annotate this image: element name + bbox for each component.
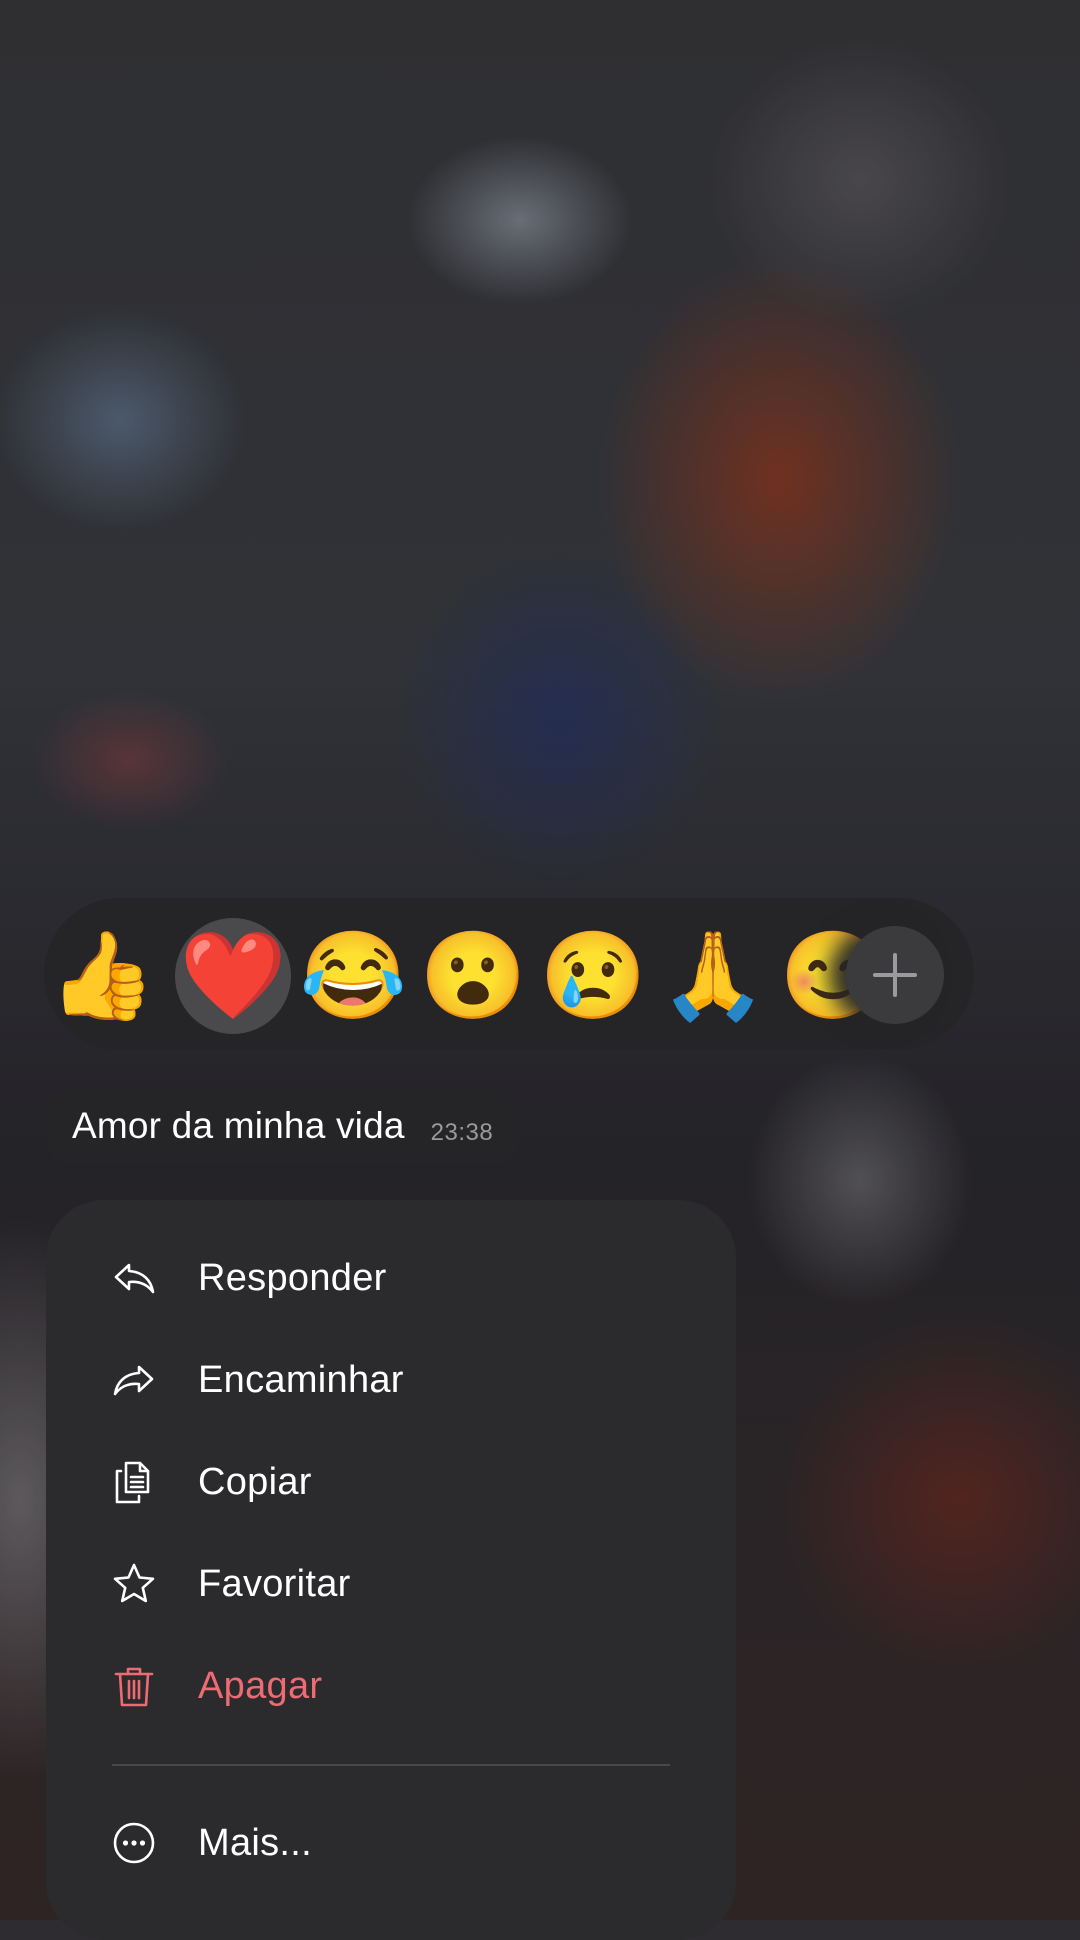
message-context-menu: Responder Encaminhar Copiar Favoritar Ap… xyxy=(46,1200,736,1940)
plus-icon xyxy=(873,953,917,997)
reply-icon xyxy=(112,1256,156,1300)
message-timestamp: 23:38 xyxy=(430,1119,494,1146)
menu-label-favorite: Favoritar xyxy=(198,1562,351,1605)
reaction-tears-of-joy[interactable]: 😂 xyxy=(295,918,411,1034)
menu-item-delete[interactable]: Apagar xyxy=(46,1641,736,1731)
trash-icon xyxy=(112,1664,156,1708)
menu-divider xyxy=(112,1764,670,1766)
menu-label-reply: Responder xyxy=(198,1256,387,1299)
message-text: Amor da minha vida xyxy=(72,1105,405,1146)
menu-item-favorite[interactable]: Favoritar xyxy=(46,1539,736,1629)
star-icon xyxy=(112,1562,156,1606)
reaction-red-heart[interactable]: ❤️ xyxy=(175,918,291,1034)
menu-label-forward: Encaminhar xyxy=(198,1358,404,1401)
forward-icon xyxy=(112,1358,156,1402)
more-icon xyxy=(112,1821,156,1865)
copy-icon xyxy=(112,1460,156,1504)
menu-item-copy[interactable]: Copiar xyxy=(46,1437,736,1527)
reaction-folded-hands[interactable]: 🙏 xyxy=(655,918,771,1034)
reaction-thumbs-up[interactable]: 👍 xyxy=(44,918,160,1034)
reaction-crying[interactable]: 😢 xyxy=(535,918,651,1034)
menu-label-copy: Copiar xyxy=(198,1460,312,1503)
menu-label-delete: Apagar xyxy=(198,1664,323,1707)
reaction-bar: 👍 ❤️ 😂 😮 😢 🙏 😊 xyxy=(44,898,974,1050)
message-bubble: Amor da minha vida 23:38 xyxy=(46,1088,520,1164)
more-reactions-button[interactable] xyxy=(846,926,944,1024)
menu-item-reply[interactable]: Responder xyxy=(46,1233,736,1323)
menu-label-more: Mais... xyxy=(198,1821,313,1864)
reaction-surprised[interactable]: 😮 xyxy=(415,918,531,1034)
menu-item-forward[interactable]: Encaminhar xyxy=(46,1335,736,1425)
menu-item-more[interactable]: Mais... xyxy=(46,1798,736,1888)
